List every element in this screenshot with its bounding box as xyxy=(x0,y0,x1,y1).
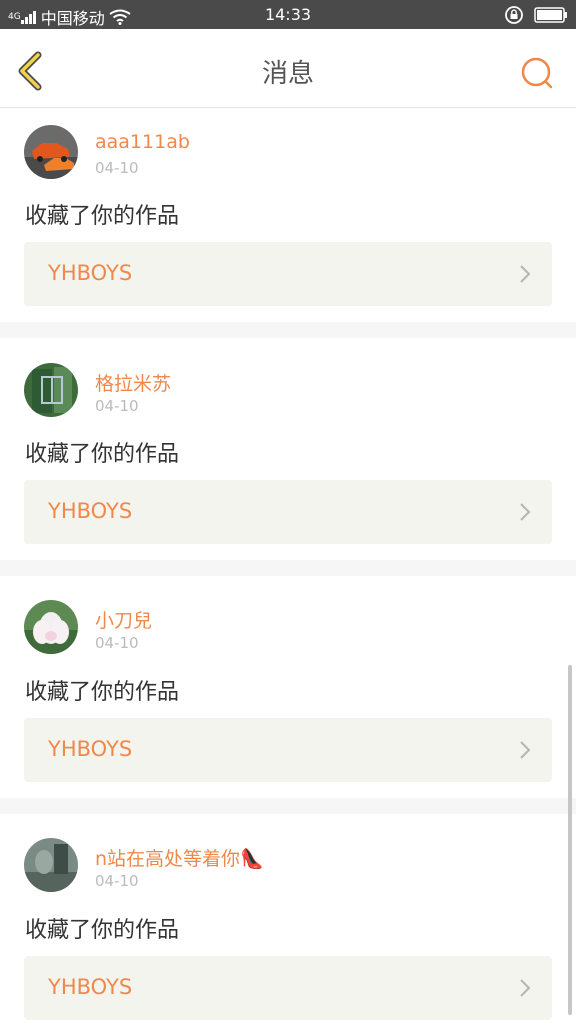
message-action-text: 收藏了你的作品 xyxy=(25,204,180,229)
avatar[interactable] xyxy=(24,363,78,417)
avatar[interactable] xyxy=(24,600,78,654)
message-date: 04-10 xyxy=(95,872,139,890)
app-header: 消息 xyxy=(0,29,576,108)
work-link[interactable]: YHBOYS xyxy=(24,480,552,544)
page-title: 消息 xyxy=(261,59,314,89)
username[interactable]: aaa111ab xyxy=(95,131,190,153)
message-date: 04-10 xyxy=(95,159,139,177)
message-list: aaa111ab 04-10 收藏了你的作品 YHBOYS 格拉米苏 04-10… xyxy=(0,108,576,1036)
work-link[interactable]: YHBOYS xyxy=(24,242,552,306)
message-action-text: 收藏了你的作品 xyxy=(25,442,180,467)
work-title: YHBOYS xyxy=(48,499,133,523)
username[interactable]: 格拉米苏 xyxy=(95,369,171,396)
work-title: YHBOYS xyxy=(48,261,133,285)
message-date: 04-10 xyxy=(95,634,139,652)
status-right xyxy=(504,5,568,25)
message-card: 小刀兒 04-10 收藏了你的作品 YHBOYS xyxy=(0,576,576,798)
status-bar: 4G 中国移动 14:33 xyxy=(0,0,576,29)
battery-icon xyxy=(534,7,567,23)
avatar[interactable] xyxy=(24,838,78,892)
message-date: 04-10 xyxy=(95,397,139,415)
message-card: 格拉米苏 04-10 收藏了你的作品 YHBOYS xyxy=(0,338,576,560)
username[interactable]: 小刀兒 xyxy=(95,606,152,633)
status-time: 14:33 xyxy=(264,5,312,24)
avatar-image xyxy=(24,838,78,892)
search-button[interactable] xyxy=(520,56,554,90)
chevron-right-icon xyxy=(520,503,531,521)
work-title: YHBOYS xyxy=(48,737,133,761)
message-action-text: 收藏了你的作品 xyxy=(25,680,180,705)
scrollbar[interactable] xyxy=(568,665,572,1015)
avatar-image xyxy=(24,363,78,417)
message-card: n站在高处等着你👠 04-10 收藏了你的作品 YHBOYS xyxy=(0,814,576,1036)
work-link[interactable]: YHBOYS xyxy=(24,718,552,782)
avatar[interactable] xyxy=(24,125,78,179)
work-title: YHBOYS xyxy=(48,975,133,999)
work-link[interactable]: YHBOYS xyxy=(24,956,552,1020)
chevron-right-icon xyxy=(520,741,531,759)
avatar-image xyxy=(24,125,78,179)
rotation-lock-icon xyxy=(505,6,523,24)
message-card: aaa111ab 04-10 收藏了你的作品 YHBOYS xyxy=(0,108,576,322)
message-action-text: 收藏了你的作品 xyxy=(25,918,180,943)
avatar-image xyxy=(24,600,78,654)
search-icon xyxy=(521,57,553,89)
chevron-right-icon xyxy=(520,979,531,997)
username[interactable]: n站在高处等着你👠 xyxy=(95,844,264,871)
chevron-right-icon xyxy=(520,265,531,283)
